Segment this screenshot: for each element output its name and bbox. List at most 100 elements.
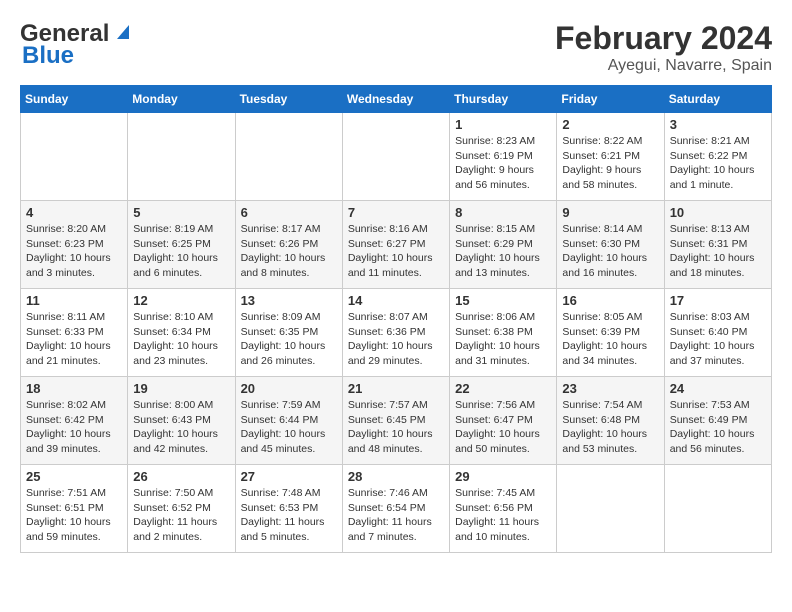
day-number: 7 <box>348 205 444 220</box>
day-number: 23 <box>562 381 658 396</box>
day-info: Sunrise: 7:54 AMSunset: 6:48 PMDaylight:… <box>562 398 658 457</box>
day-info: Sunrise: 7:46 AMSunset: 6:54 PMDaylight:… <box>348 486 444 545</box>
calendar-cell: 15 Sunrise: 8:06 AMSunset: 6:38 PMDayligh… <box>450 289 557 377</box>
calendar-cell: 9 Sunrise: 8:14 AMSunset: 6:30 PMDaylight… <box>557 201 664 289</box>
calendar-cell: 7 Sunrise: 8:16 AMSunset: 6:27 PMDaylight… <box>342 201 449 289</box>
day-number: 22 <box>455 381 551 396</box>
calendar-week-row: 4 Sunrise: 8:20 AMSunset: 6:23 PMDaylight… <box>21 201 772 289</box>
calendar-cell: 20Sunrise: 7:59 AMSunset: 6:44 PMDayligh… <box>235 377 342 465</box>
calendar-week-row: 18 Sunrise: 8:02 AMSunset: 6:42 PMDayligh… <box>21 377 772 465</box>
day-info: Sunrise: 8:19 AMSunset: 6:25 PMDaylight:… <box>133 222 229 281</box>
calendar-cell: 5 Sunrise: 8:19 AMSunset: 6:25 PMDaylight… <box>128 201 235 289</box>
day-info: Sunrise: 8:10 AMSunset: 6:34 PMDaylight:… <box>133 310 229 369</box>
calendar-cell: 27 Sunrise: 7:48 AMSunset: 6:53 PMDayligh… <box>235 465 342 553</box>
day-info: Sunrise: 8:13 AMSunset: 6:31 PMDaylight:… <box>670 222 766 281</box>
calendar-cell <box>128 113 235 201</box>
day-info: Sunrise: 8:17 AMSunset: 6:26 PMDaylight:… <box>241 222 337 281</box>
day-number: 3 <box>670 117 766 132</box>
calendar-cell: 10 Sunrise: 8:13 AMSunset: 6:31 PMDayligh… <box>664 201 771 289</box>
calendar-cell: 14 Sunrise: 8:07 AMSunset: 6:36 PMDayligh… <box>342 289 449 377</box>
header-monday: Monday <box>128 86 235 113</box>
day-info: Sunrise: 7:51 AMSunset: 6:51 PMDaylight:… <box>26 486 122 545</box>
day-info: Sunrise: 8:21 AMSunset: 6:22 PMDaylight:… <box>670 134 766 193</box>
day-number: 11 <box>26 293 122 308</box>
day-number: 12 <box>133 293 229 308</box>
title-block: February 2024 Ayegui, Navarre, Spain <box>555 20 772 75</box>
calendar-cell: 6 Sunrise: 8:17 AMSunset: 6:26 PMDaylight… <box>235 201 342 289</box>
day-number: 28 <box>348 469 444 484</box>
calendar-week-row: 11 Sunrise: 8:11 AMSunset: 6:33 PMDayligh… <box>21 289 772 377</box>
header-friday: Friday <box>557 86 664 113</box>
day-info: Sunrise: 8:11 AMSunset: 6:33 PMDaylight:… <box>26 310 122 369</box>
day-info: Sunrise: 7:50 AMSunset: 6:52 PMDaylight:… <box>133 486 229 545</box>
header-saturday: Saturday <box>664 86 771 113</box>
calendar-cell: 19Sunrise: 8:00 AMSunset: 6:43 PMDayligh… <box>128 377 235 465</box>
day-info: Sunrise: 8:07 AMSunset: 6:36 PMDaylight:… <box>348 310 444 369</box>
day-number: 9 <box>562 205 658 220</box>
day-info: Sunrise: 8:09 AMSunset: 6:35 PMDaylight:… <box>241 310 337 369</box>
page-header: General Blue February 2024 Ayegui, Navar… <box>20 20 772 75</box>
calendar-cell: 12 Sunrise: 8:10 AMSunset: 6:34 PMDayligh… <box>128 289 235 377</box>
calendar-title: February 2024 <box>555 20 772 57</box>
day-number: 18 <box>26 381 122 396</box>
calendar-cell: 11 Sunrise: 8:11 AMSunset: 6:33 PMDayligh… <box>21 289 128 377</box>
calendar-header-row: SundayMondayTuesdayWednesdayThursdayFrid… <box>21 86 772 113</box>
day-number: 4 <box>26 205 122 220</box>
calendar-cell: 3 Sunrise: 8:21 AMSunset: 6:22 PMDaylight… <box>664 113 771 201</box>
header-tuesday: Tuesday <box>235 86 342 113</box>
day-number: 19 <box>133 381 229 396</box>
day-info: Sunrise: 7:57 AMSunset: 6:45 PMDaylight:… <box>348 398 444 457</box>
day-number: 13 <box>241 293 337 308</box>
day-info: Sunrise: 8:20 AMSunset: 6:23 PMDaylight:… <box>26 222 122 281</box>
calendar-cell: 25Sunrise: 7:51 AMSunset: 6:51 PMDayligh… <box>21 465 128 553</box>
day-number: 21 <box>348 381 444 396</box>
calendar-cell: 8 Sunrise: 8:15 AMSunset: 6:29 PMDaylight… <box>450 201 557 289</box>
calendar-cell: 4 Sunrise: 8:20 AMSunset: 6:23 PMDaylight… <box>21 201 128 289</box>
day-number: 8 <box>455 205 551 220</box>
day-number: 2 <box>562 117 658 132</box>
calendar-cell: 1Sunrise: 8:23 AMSunset: 6:19 PMDaylight… <box>450 113 557 201</box>
calendar-cell <box>557 465 664 553</box>
calendar-cell: 24Sunrise: 7:53 AMSunset: 6:49 PMDayligh… <box>664 377 771 465</box>
day-number: 6 <box>241 205 337 220</box>
day-number: 15 <box>455 293 551 308</box>
header-thursday: Thursday <box>450 86 557 113</box>
day-info: Sunrise: 8:16 AMSunset: 6:27 PMDaylight:… <box>348 222 444 281</box>
calendar-cell: 23 Sunrise: 7:54 AMSunset: 6:48 PMDayligh… <box>557 377 664 465</box>
calendar-cell: 28 Sunrise: 7:46 AMSunset: 6:54 PMDayligh… <box>342 465 449 553</box>
day-info: Sunrise: 7:45 AMSunset: 6:56 PMDaylight:… <box>455 486 551 545</box>
day-number: 26 <box>133 469 229 484</box>
calendar-subtitle: Ayegui, Navarre, Spain <box>555 57 772 75</box>
day-info: Sunrise: 8:06 AMSunset: 6:38 PMDaylight:… <box>455 310 551 369</box>
day-number: 16 <box>562 293 658 308</box>
calendar-cell <box>664 465 771 553</box>
day-number: 20 <box>241 381 337 396</box>
day-info: Sunrise: 8:05 AMSunset: 6:39 PMDaylight:… <box>562 310 658 369</box>
header-sunday: Sunday <box>21 86 128 113</box>
calendar-cell: 26 Sunrise: 7:50 AMSunset: 6:52 PMDayligh… <box>128 465 235 553</box>
day-number: 5 <box>133 205 229 220</box>
logo-icon <box>111 21 133 43</box>
day-info: Sunrise: 7:48 AMSunset: 6:53 PMDaylight:… <box>241 486 337 545</box>
day-number: 14 <box>348 293 444 308</box>
header-wednesday: Wednesday <box>342 86 449 113</box>
calendar-cell: 18 Sunrise: 8:02 AMSunset: 6:42 PMDayligh… <box>21 377 128 465</box>
day-number: 27 <box>241 469 337 484</box>
day-number: 17 <box>670 293 766 308</box>
calendar-week-row: 25Sunrise: 7:51 AMSunset: 6:51 PMDayligh… <box>21 465 772 553</box>
calendar-cell <box>21 113 128 201</box>
calendar-cell <box>342 113 449 201</box>
day-info: Sunrise: 8:14 AMSunset: 6:30 PMDaylight:… <box>562 222 658 281</box>
day-info: Sunrise: 7:53 AMSunset: 6:49 PMDaylight:… <box>670 398 766 457</box>
day-info: Sunrise: 7:56 AMSunset: 6:47 PMDaylight:… <box>455 398 551 457</box>
day-number: 10 <box>670 205 766 220</box>
day-info: Sunrise: 8:15 AMSunset: 6:29 PMDaylight:… <box>455 222 551 281</box>
logo-blue: Blue <box>22 42 74 70</box>
calendar-cell: 29 Sunrise: 7:45 AMSunset: 6:56 PMDayligh… <box>450 465 557 553</box>
day-info: Sunrise: 8:02 AMSunset: 6:42 PMDaylight:… <box>26 398 122 457</box>
logo: General Blue <box>20 20 133 70</box>
day-number: 29 <box>455 469 551 484</box>
calendar-cell: 17Sunrise: 8:03 AMSunset: 6:40 PMDayligh… <box>664 289 771 377</box>
calendar-cell: 21 Sunrise: 7:57 AMSunset: 6:45 PMDayligh… <box>342 377 449 465</box>
calendar-cell: 22 Sunrise: 7:56 AMSunset: 6:47 PMDayligh… <box>450 377 557 465</box>
